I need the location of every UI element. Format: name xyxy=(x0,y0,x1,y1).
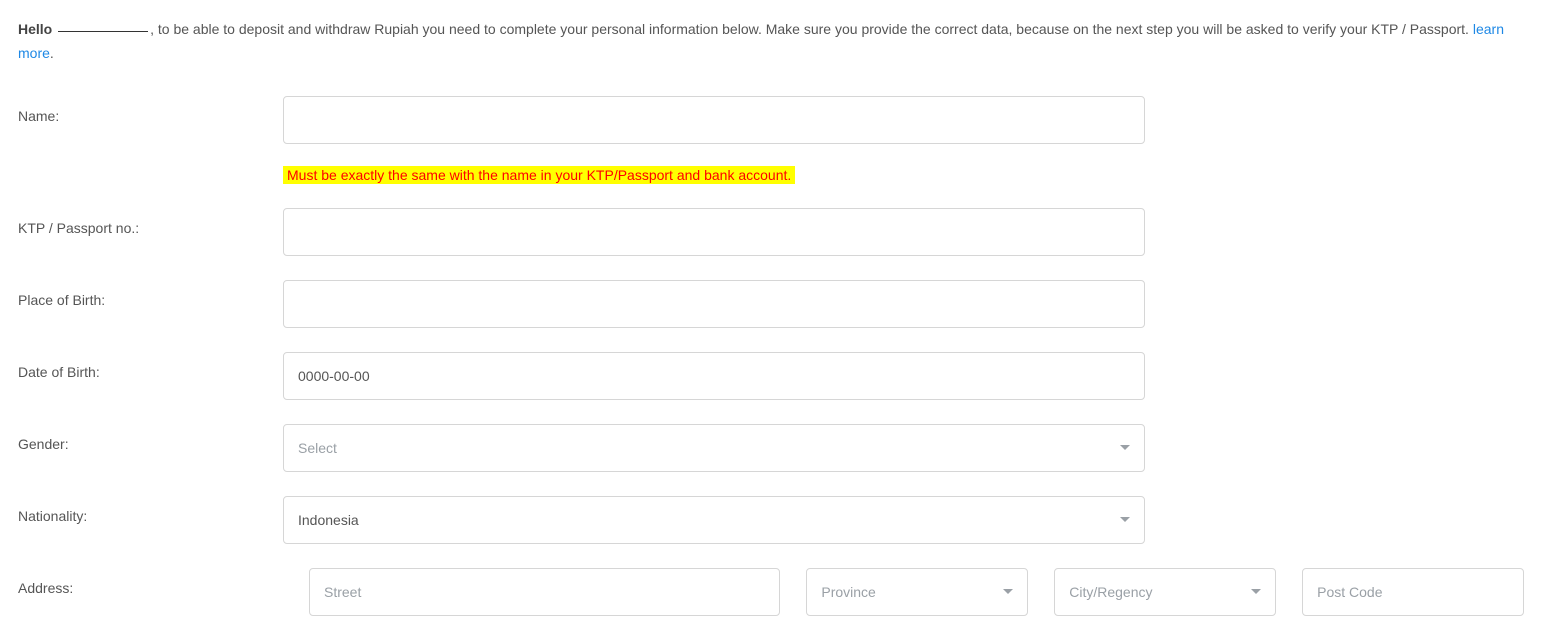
city-selected-text: City/Regency xyxy=(1069,584,1152,600)
gender-selected-text: Select xyxy=(298,440,337,456)
hello-text: Hello xyxy=(18,21,52,37)
nationality-select[interactable]: Indonesia xyxy=(283,496,1145,544)
intro-text: , to be able to deposit and withdraw Rup… xyxy=(150,21,1473,37)
pob-input[interactable] xyxy=(283,280,1145,328)
nationality-label: Nationality: xyxy=(18,496,283,524)
name-label: Name: xyxy=(18,96,283,124)
nationality-selected-text: Indonesia xyxy=(298,512,359,528)
dob-input[interactable] xyxy=(283,352,1145,400)
street-input[interactable] xyxy=(309,568,780,616)
intro-period: . xyxy=(50,45,54,61)
name-helper-text: Must be exactly the same with the name i… xyxy=(283,166,795,184)
name-input[interactable] xyxy=(283,96,1145,144)
ktp-input[interactable] xyxy=(283,208,1145,256)
intro-paragraph: Hello , to be able to deposit and withdr… xyxy=(18,18,1524,66)
province-selected-text: Province xyxy=(821,584,875,600)
gender-label: Gender: xyxy=(18,424,283,452)
postcode-input[interactable] xyxy=(1302,568,1524,616)
city-select[interactable]: City/Regency xyxy=(1054,568,1276,616)
gender-select[interactable]: Select xyxy=(283,424,1145,472)
ktp-label: KTP / Passport no.: xyxy=(18,208,283,236)
dob-label: Date of Birth: xyxy=(18,352,283,380)
province-select[interactable]: Province xyxy=(806,568,1028,616)
username-placeholder-line xyxy=(58,31,148,32)
address-label: Address: xyxy=(18,568,283,596)
pob-label: Place of Birth: xyxy=(18,280,283,308)
